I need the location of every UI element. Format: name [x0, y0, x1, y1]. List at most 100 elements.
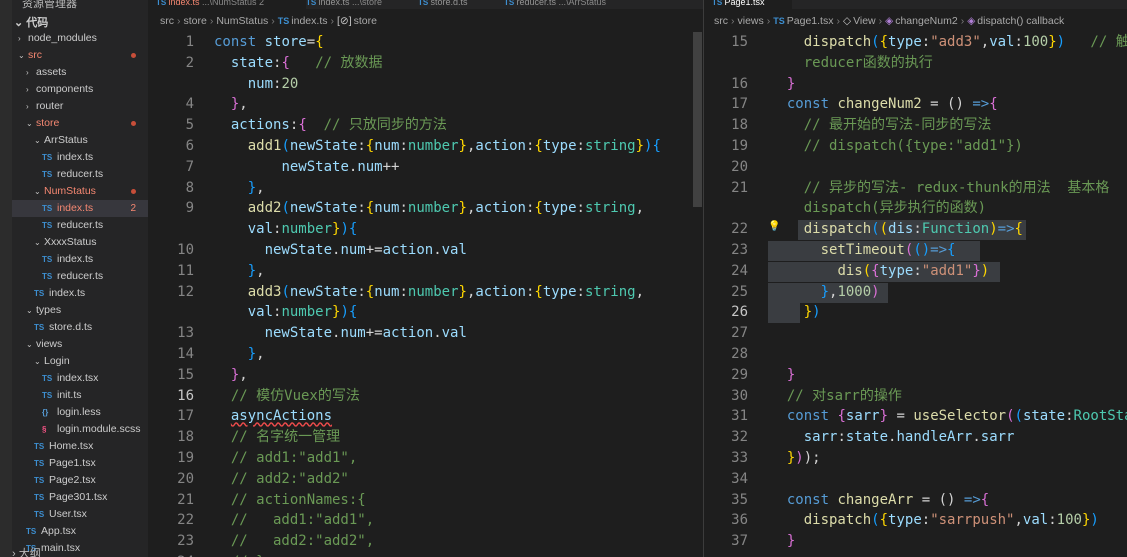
folder-item[interactable]: › components — [12, 81, 148, 98]
code-line: }, — [247, 179, 265, 196]
line-number: 6 — [185, 138, 194, 154]
breadcrumb-item[interactable]: changeNum2 — [895, 15, 957, 27]
folder-item[interactable]: ⌄ src — [12, 47, 148, 64]
left-code-editor[interactable]: 1 const store={2 state:{ // 放数据 num:20 4 }… — [148, 32, 703, 557]
editor-tab[interactable]: TS index.ts ...\NumStatus 2 — [148, 0, 306, 9]
line-number: 36 — [731, 512, 748, 529]
line-number: 35 — [731, 491, 748, 508]
workspace-root[interactable]: ⌄ 代码 — [14, 14, 48, 30]
typescript-file-icon: TS — [42, 170, 53, 179]
right-code-editor[interactable]: 15 dispatch({type:"add3",val:100}) // 触 … — [704, 32, 1127, 557]
file-item[interactable]: § login.module.scss — [12, 421, 148, 438]
line-number: 30 — [731, 387, 748, 404]
editor-tab[interactable]: TS reducer.ts ...\ArrStatus — [496, 0, 624, 9]
chevron-down-icon: ⌄ — [18, 51, 25, 60]
chevron-down-icon: ⌄ — [34, 357, 41, 366]
file-item[interactable]: TS store.d.ts — [12, 319, 148, 336]
breadcrumb-item[interactable]: View — [853, 15, 876, 27]
chevron-down-icon: ⌄ — [34, 136, 41, 145]
file-item[interactable]: TS index.ts — [12, 149, 148, 166]
file-item[interactable]: TS reducer.ts — [12, 268, 148, 285]
line-number: 17 — [177, 408, 194, 425]
file-item[interactable]: TS Page301.tsx — [12, 489, 148, 506]
editor-tab[interactable]: TS store.d.ts — [410, 0, 504, 9]
file-item[interactable]: TS index.tsx — [12, 370, 148, 387]
problem-dot-icon — [131, 121, 136, 126]
breadcrumb-item[interactable]: NumStatus — [216, 15, 268, 27]
file-item[interactable]: {} login.less — [12, 404, 148, 421]
outline-section[interactable]: › 大纲 — [12, 545, 41, 557]
chevron-right-icon: › — [878, 15, 883, 27]
function-symbol-icon: ◈ — [885, 15, 894, 27]
chevron-down-icon: ⌄ — [26, 119, 33, 128]
tab-label: reducer.ts — [516, 0, 559, 7]
code-line: actions:{ // 只放同步的方法 — [230, 117, 447, 134]
file-item[interactable]: TS reducer.ts — [12, 166, 148, 183]
folder-item[interactable]: ⌄ views — [12, 336, 148, 353]
editor-tab[interactable]: TS index.ts ...\store — [298, 0, 418, 9]
tree-item-label: store.d.ts — [49, 321, 93, 333]
file-item[interactable]: TS index.ts — [12, 251, 148, 268]
code-line: add3(newState:{num:number},action:{type:… — [247, 283, 644, 300]
folder-item[interactable]: ⌄ XxxxStatus — [12, 234, 148, 251]
breadcrumb-item[interactable]: index.ts — [291, 15, 327, 27]
workspace-root-label: 代码 — [26, 17, 49, 29]
code-line: const {sarr} = useSelector((state:RootSt… — [786, 408, 1127, 425]
line-number: 29 — [731, 366, 748, 383]
line-number — [148, 302, 194, 323]
line-number: 7 — [185, 158, 194, 175]
folder-item[interactable]: ⌄ types — [12, 302, 148, 319]
file-item[interactable]: TS Home.tsx — [12, 438, 148, 455]
breadcrumb-item[interactable]: src — [714, 15, 728, 27]
line-number: 19 — [177, 450, 194, 466]
breadcrumb-item[interactable]: Page1.tsx — [787, 15, 834, 27]
typescript-file-icon: TS — [277, 16, 290, 26]
breadcrumb-item[interactable]: src — [160, 15, 174, 27]
file-item[interactable]: TS index.ts — [12, 285, 148, 302]
file-item[interactable]: TS reducer.ts — [12, 217, 148, 234]
code-line: asyncActions — [230, 408, 333, 425]
line-number: 34 — [731, 470, 748, 487]
left-breadcrumb: src › store › NumStatus › TS index.ts › [⊘] store — [160, 12, 700, 30]
line-number: 1 — [185, 34, 194, 50]
tree-item-label: store — [36, 117, 60, 129]
line-number: 24 — [148, 552, 194, 557]
code-line: // 最开始的写法-同步的写法 — [803, 117, 992, 134]
line-number — [148, 74, 194, 95]
left-editor-scrollbar[interactable] — [693, 32, 702, 207]
folder-item[interactable]: › router — [12, 98, 148, 115]
breadcrumb-item[interactable]: store — [184, 15, 207, 27]
folder-item[interactable]: ⌄ NumStatus — [12, 183, 148, 200]
tree-item-label: index.ts — [57, 253, 94, 265]
editor-tab[interactable]: TS Page1.tsx — [704, 0, 792, 9]
file-item[interactable]: TS index.ts 2 — [12, 200, 148, 217]
breadcrumb-item[interactable]: store — [354, 15, 377, 27]
file-item[interactable]: TS User.tsx — [12, 506, 148, 523]
code-line: setTimeout(()=>{ — [820, 242, 956, 258]
folder-item[interactable]: › assets — [12, 64, 148, 81]
line-number: 21 — [731, 179, 748, 196]
breadcrumb-item[interactable]: views — [738, 15, 764, 27]
left-tab-bar: TS index.ts ...\NumStatus 2 TS index.ts .… — [148, 0, 703, 9]
folder-item[interactable]: › node_modules — [12, 30, 148, 47]
file-item[interactable]: TS Page1.tsx — [12, 455, 148, 472]
file-item[interactable]: TS Page2.tsx — [12, 472, 148, 489]
lightbulb-icon[interactable]: 💡 — [768, 221, 780, 232]
breadcrumb-item[interactable]: dispatch() callback — [977, 15, 1064, 27]
tab-label: store.d.ts — [430, 0, 468, 7]
typescript-file-icon: TS — [42, 391, 53, 400]
code-line: num:20 — [247, 75, 299, 92]
folder-item[interactable]: ⌄ ArrStatus — [12, 132, 148, 149]
tree-item-label: types — [36, 304, 62, 316]
tree-item-label: ArrStatus — [44, 134, 88, 146]
folder-item[interactable]: ⌄ store — [12, 115, 148, 132]
chevron-right-icon: › — [836, 15, 840, 27]
typescript-file-icon: TS — [42, 272, 53, 281]
chevron-down-icon: ⌄ — [34, 238, 41, 247]
file-item[interactable]: TS App.tsx — [12, 523, 148, 540]
typescript-file-icon: TS — [306, 0, 319, 7]
outline-label: 大纲 — [18, 548, 41, 557]
file-item[interactable]: TS init.ts — [12, 387, 148, 404]
folder-item[interactable]: ⌄ Login — [12, 353, 148, 370]
code-line: },1000) — [820, 283, 880, 300]
